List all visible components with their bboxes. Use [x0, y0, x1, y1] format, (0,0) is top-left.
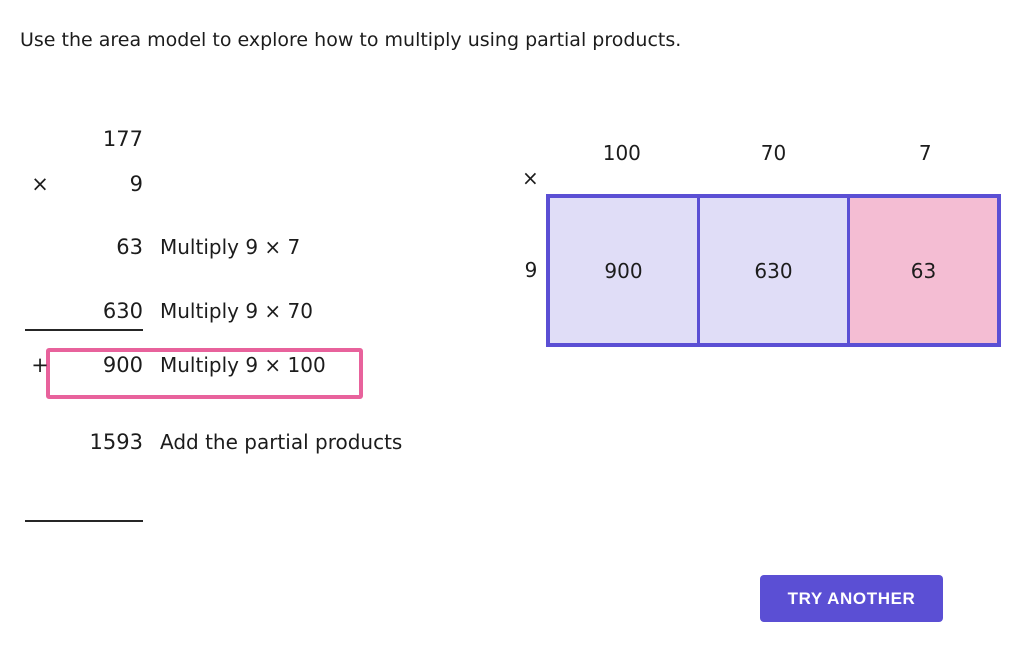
- column-header-3: 7: [849, 138, 1001, 168]
- partial-product-row-3[interactable]: + 900 Multiply 9 × 100: [0, 346, 460, 384]
- column-header-1: 100: [546, 138, 698, 168]
- try-another-button[interactable]: TRY ANOTHER: [760, 575, 943, 622]
- partial-product-value-1: 63: [25, 228, 143, 266]
- column-header-2: 70: [698, 138, 850, 168]
- multiplier-value: 9: [25, 165, 143, 203]
- partial-product-value-2: 630: [25, 292, 143, 330]
- area-model-row-label: 9: [520, 258, 542, 282]
- multiplicand-row: 177: [0, 120, 460, 158]
- partial-product-description-1: Multiply 9 × 7: [160, 228, 300, 266]
- partial-product-description-2: Multiply 9 × 70: [160, 292, 313, 330]
- area-model-cell-3[interactable]: 63: [850, 198, 997, 343]
- partial-product-description-3: Multiply 9 × 100: [160, 346, 326, 384]
- total-value: 1593: [25, 423, 143, 461]
- area-model-cell-1[interactable]: 900: [550, 198, 697, 343]
- area-model-column-headers: 100 70 7: [546, 138, 1001, 168]
- partial-product-value-3: 900: [25, 346, 143, 384]
- algorithm-rule-bottom: [25, 520, 143, 522]
- area-model-multiply-icon: ×: [522, 166, 539, 190]
- multiplier-row: × 9: [0, 165, 460, 203]
- partial-product-row-1[interactable]: 63 Multiply 9 × 7: [0, 228, 460, 266]
- area-model-cell-2[interactable]: 630: [700, 198, 847, 343]
- partial-product-row-2[interactable]: 630 Multiply 9 × 70: [0, 292, 460, 330]
- total-row: 1593 Add the partial products: [0, 423, 460, 461]
- total-description: Add the partial products: [160, 423, 402, 461]
- area-model-grid: 900 630 63: [546, 194, 1001, 347]
- multiplicand-value: 177: [25, 120, 143, 158]
- area-model: 100 70 7 × 9 900 630 63: [500, 130, 1020, 370]
- instruction-text: Use the area model to explore how to mul…: [20, 26, 681, 54]
